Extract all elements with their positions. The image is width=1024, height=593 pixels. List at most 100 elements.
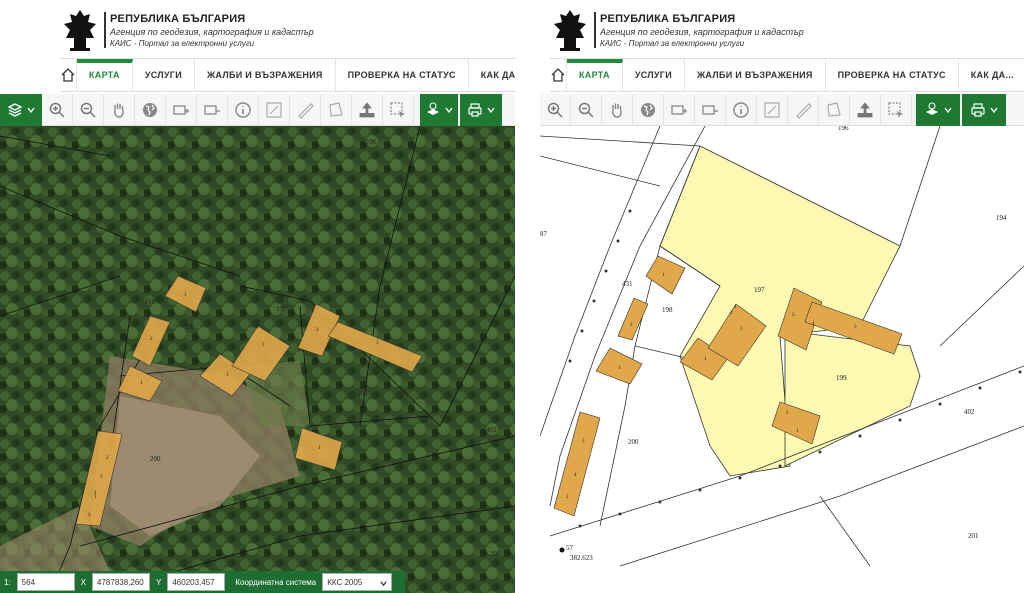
parcel-label: 194 [996, 214, 1007, 222]
nav-item-map[interactable]: КАРТА [77, 59, 133, 91]
survey-point-marker [559, 547, 565, 553]
zoom-out-button[interactable] [571, 93, 602, 126]
zoom-out-icon [80, 102, 96, 118]
zoom-in-icon [49, 102, 65, 118]
portal-header: РЕПУБЛИКА БЪЛГАРИЯ Агенция по геодезия, … [540, 0, 1024, 60]
add-area-icon [173, 104, 189, 115]
layers-icon [7, 102, 23, 117]
parcel-label: 431 [144, 298, 155, 306]
map-panel-cadastral: РЕПУБЛИКА БЪЛГАРИЯ Агенция по геодезия, … [540, 0, 1024, 593]
home-icon[interactable] [550, 59, 567, 91]
parcel-label: 431 [622, 280, 633, 288]
upload-button[interactable] [850, 93, 881, 126]
cadastral-map-canvas[interactable]: 196 87 431 198 197 194 199 402 200 201 1… [540, 126, 1024, 593]
ruler-icon [298, 102, 314, 119]
nav-item-map[interactable]: КАРТА [567, 59, 623, 91]
measure-area-button[interactable] [757, 93, 788, 126]
parcel-label: 402 [486, 426, 497, 434]
upload-button[interactable] [352, 93, 383, 126]
header-portal: КАИС - Портал за електронни услуги [600, 39, 745, 48]
print-dropdown-button[interactable] [962, 93, 1006, 126]
nav-item-complaints[interactable]: ЖАЛБИ И ВЪЗРАЖЕНИЯ [685, 59, 826, 91]
nav-item-status-check[interactable]: ПРОВЕРКА НА СТАТУС [336, 59, 469, 91]
header-portal: КАИС - Портал за електронни услуги [110, 39, 255, 48]
layer-info-icon [427, 101, 439, 115]
parcel-label: 196 [366, 138, 377, 146]
coordinate-system-value: ККС 2005 [327, 577, 363, 587]
measure-area-button[interactable] [259, 93, 290, 126]
satellite-map-canvas[interactable]: 196 87 431 198 197 199 200 402 201 1 2 1… [0, 126, 515, 593]
nav-item-services[interactable]: УСЛУГИ [133, 59, 195, 91]
draw-polygon-button[interactable] [819, 93, 850, 126]
add-area-button[interactable] [166, 93, 197, 126]
nav-item-complaints[interactable]: ЖАЛБИ И ВЪЗРАЖЕНИЯ [195, 59, 336, 91]
parcel-label: 198 [184, 323, 195, 331]
info-button[interactable] [726, 93, 757, 126]
layer-info-dropdown-button[interactable] [420, 93, 458, 126]
zoom-out-button[interactable] [73, 93, 104, 126]
parcel-label: 197 [754, 286, 765, 294]
layers-dropdown-button[interactable] [0, 93, 42, 126]
pan-hand-icon [114, 103, 124, 118]
layer-info-icon [926, 101, 938, 115]
select-button[interactable] [881, 93, 912, 126]
info-button[interactable] [228, 93, 259, 126]
add-area-button[interactable] [664, 93, 695, 126]
x-coordinate-input[interactable]: 4787838,260 [92, 573, 151, 591]
info-icon [235, 101, 251, 118]
zoom-in-icon [547, 102, 563, 118]
select-icon [888, 101, 903, 118]
select-button[interactable] [383, 93, 414, 126]
measure-area-icon [266, 101, 282, 118]
parcel-label: 199 [836, 374, 847, 382]
measure-distance-button[interactable] [290, 93, 321, 126]
globe-button[interactable] [633, 93, 664, 126]
x-label: X [80, 577, 87, 587]
map-toolbar [540, 93, 1024, 126]
zoom-in-button[interactable] [42, 93, 73, 126]
remove-area-icon [702, 104, 718, 115]
chevron-down-icon [380, 581, 387, 587]
parcel-label: 199 [357, 390, 368, 398]
scale-label: 1: [4, 577, 11, 587]
main-nav: КАРТА УСЛУГИ ЖАЛБИ И ВЪЗРАЖЕНИЯ ПРОВЕРКА… [550, 58, 1024, 92]
globe-button[interactable] [135, 93, 166, 126]
layer-info-dropdown-button[interactable] [916, 93, 960, 126]
nav-item-how-to[interactable]: КАК ДА... [959, 59, 1024, 91]
remove-area-icon [204, 104, 220, 115]
polygon-icon [329, 101, 343, 117]
coat-of-arms-logo [554, 10, 586, 51]
draw-polygon-button[interactable] [321, 93, 352, 126]
remove-area-button[interactable] [695, 93, 726, 126]
upload-icon [359, 101, 375, 117]
map-toolbar [0, 93, 515, 126]
parcel-label: 201 [968, 532, 979, 540]
scale-input[interactable]: 564 [16, 573, 75, 591]
info-icon [733, 101, 749, 118]
pan-button[interactable] [602, 93, 633, 126]
print-dropdown-button[interactable] [460, 93, 502, 126]
pan-button[interactable] [104, 93, 135, 126]
y-coordinate-input[interactable]: 460203,457 [167, 573, 226, 591]
chevron-down-icon [487, 107, 495, 113]
home-icon[interactable] [60, 59, 77, 91]
parcel-label: 200 [150, 455, 161, 463]
nav-item-services[interactable]: УСЛУГИ [623, 59, 685, 91]
remove-area-button[interactable] [197, 93, 228, 126]
zoom-out-icon [578, 102, 594, 118]
header-agency: Агенция по геодезия, картография и кадас… [600, 27, 804, 37]
coordinate-system-label: Координатна система [235, 577, 317, 587]
y-label: Y [156, 577, 162, 587]
parcel-label: 196 [838, 126, 849, 132]
coordinate-system-select[interactable]: ККС 2005 [322, 573, 393, 591]
parcel-label: 197 [276, 305, 287, 313]
measure-distance-button[interactable] [788, 93, 819, 126]
chevron-down-icon [27, 107, 35, 113]
nav-item-status-check[interactable]: ПРОВЕРКА НА СТАТУС [826, 59, 959, 91]
survey-point-elevation: 382.623 [570, 554, 593, 562]
chevron-down-icon [990, 107, 998, 113]
zoom-in-button[interactable] [540, 93, 571, 126]
nav-item-how-to[interactable]: КАК ДА... [469, 59, 515, 91]
main-nav: КАРТА УСЛУГИ ЖАЛБИ И ВЪЗРАЖЕНИЯ ПРОВЕРКА… [60, 58, 515, 92]
parcel-label: 87 [64, 245, 72, 253]
